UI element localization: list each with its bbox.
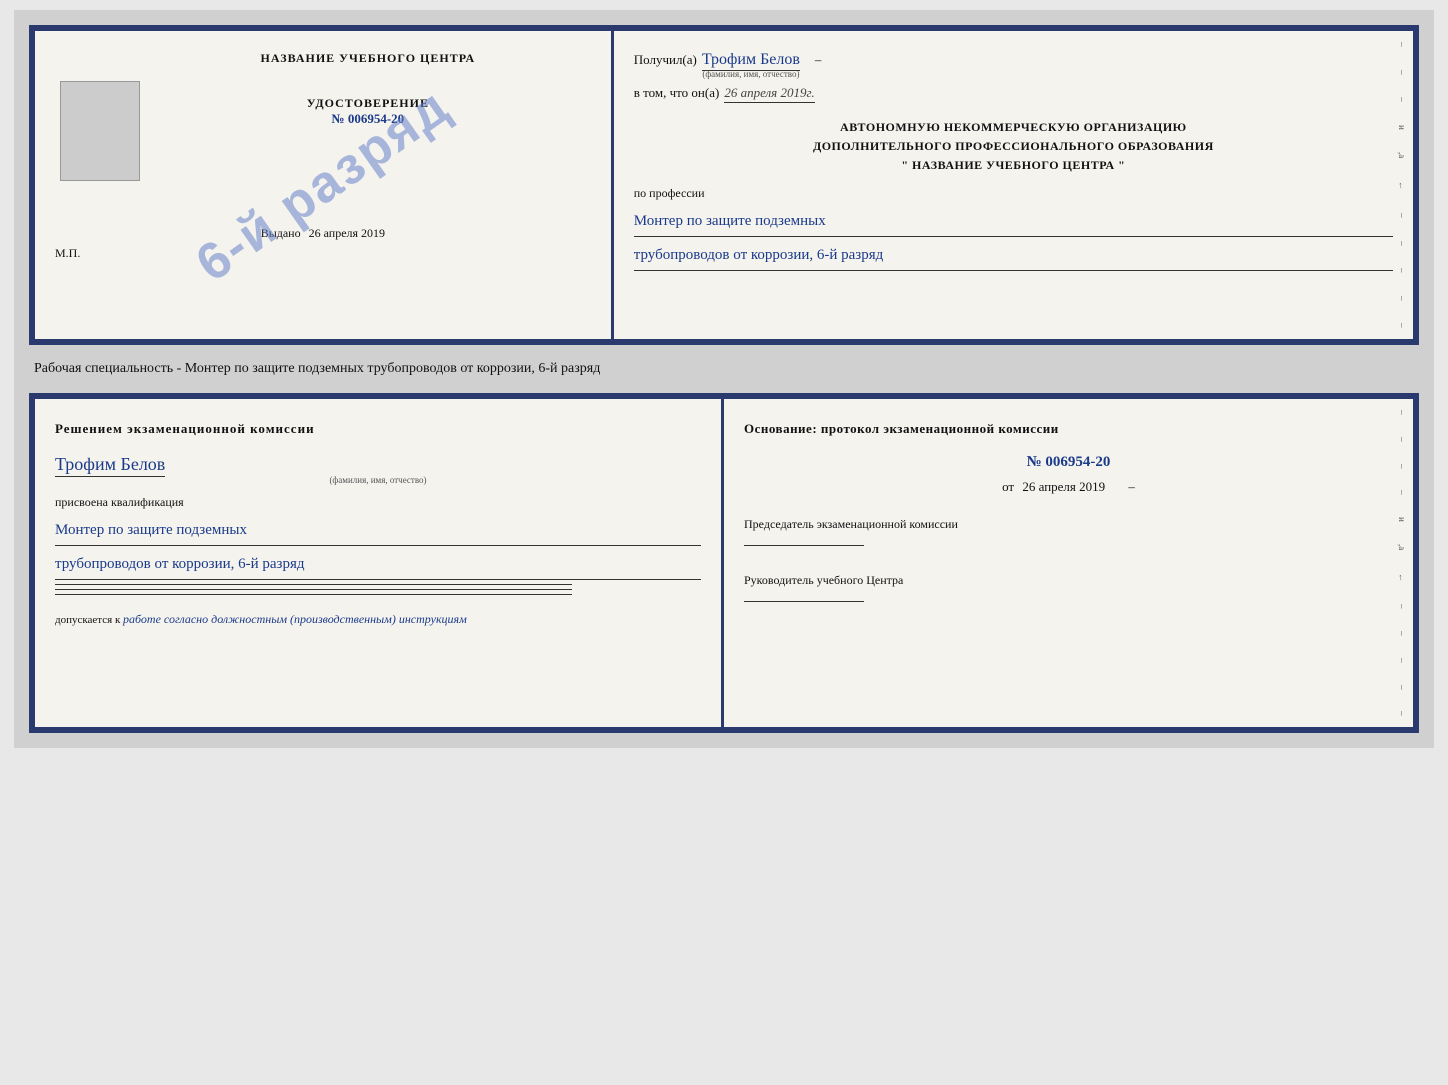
vtom-line: в том, что он(а) 26 апреля 2019г.: [634, 85, 1393, 103]
b-side-char-1: –: [1397, 410, 1407, 415]
ot-date: 26 апреля 2019: [1022, 479, 1105, 494]
b-side-char-7: ←: [1397, 573, 1407, 582]
udost-block: УДОСТОВЕРЕНИЕ № 006954-20: [307, 96, 429, 127]
dopuskaetsya-label: допускается к: [55, 614, 120, 626]
udost-number: № 006954-20: [307, 111, 429, 127]
prisvoyena-label: присвоена квалификация: [55, 495, 701, 510]
cert-bottom-left: Решением экзаменационной комиссии Трофим…: [35, 399, 724, 727]
b-side-char-2: –: [1397, 437, 1407, 442]
side-char-6: ←: [1397, 181, 1407, 190]
side-char-9: –: [1397, 268, 1407, 273]
side-char-1: –: [1397, 42, 1407, 47]
bottom-name-block: Трофим Белов (фамилия, имя, отчество): [55, 454, 701, 485]
cert-bottom-right: Основание: протокол экзаменационной коми…: [724, 399, 1413, 727]
side-char-8: –: [1397, 241, 1407, 246]
dash1: –: [815, 52, 822, 68]
info-column: НАЗВАНИЕ УЧЕБНОГО ЦЕНТРА 6-й разряд УДОС…: [140, 51, 596, 196]
rukovoditel-signature: [744, 601, 864, 602]
org-line2: ДОПОЛНИТЕЛЬНОГО ПРОФЕССИОНАЛЬНОГО ОБРАЗО…: [634, 137, 1393, 156]
resheniye-title: Решением экзаменационной комиссии: [55, 419, 701, 439]
side-lines-right: – – – и ,а ← – – – – –: [1396, 31, 1408, 339]
poluchil-line: Получил(а) Трофим Белов (фамилия, имя, о…: [634, 51, 1393, 79]
poluchil-label: Получил(а): [634, 52, 697, 68]
vydano-date: 26 апреля 2019: [309, 226, 385, 240]
side-char-5: ,а: [1397, 152, 1407, 158]
fio-hint: (фамилия, имя, отчество): [702, 69, 800, 79]
b-side-char-5: и: [1397, 517, 1407, 522]
photo-placeholder: [60, 81, 140, 181]
b-side-char-8: –: [1397, 604, 1407, 609]
udost-title: УДОСТОВЕРЕНИЕ: [307, 96, 429, 111]
predsedatel-block: Председатель экзаменационной комиссии: [744, 515, 1393, 551]
dopuskaetsya-block: допускается к работе согласно должностны…: [55, 610, 701, 629]
side-char-3: –: [1397, 97, 1407, 102]
side-char-2: –: [1397, 70, 1407, 75]
bottom-profession-line1: Монтер по защите подземных: [55, 515, 701, 546]
rukovoditel-block: Руководитель учебного Центра: [744, 571, 1393, 607]
b-side-char-11: –: [1397, 685, 1407, 690]
bottom-side-lines: – – – – и ,а ← – – – – –: [1396, 399, 1408, 727]
vydano-line: Выдано 26 апреля 2019: [261, 226, 385, 241]
ot-label: от: [1002, 479, 1014, 494]
org-line1: АВТОНОМНУЮ НЕКОММЕРЧЕСКУЮ ОРГАНИЗАЦИЮ: [634, 118, 1393, 137]
b-side-char-4: –: [1397, 490, 1407, 495]
po-professii: по профессии: [634, 186, 1393, 201]
cert-top-title: НАЗВАНИЕ УЧЕБНОГО ЦЕНТРА: [261, 51, 476, 66]
predsedatel-signature: [744, 545, 864, 546]
side-char-10: –: [1397, 296, 1407, 301]
vydano-label: Выдано: [261, 226, 301, 240]
side-char-7: –: [1397, 213, 1407, 218]
profession-line1: Монтер по защите подземных: [634, 206, 1393, 237]
org-block: АВТОНОМНУЮ НЕКОММЕРЧЕСКУЮ ОРГАНИЗАЦИЮ ДО…: [634, 118, 1393, 176]
okончил-date: 26 апреля 2019г.: [724, 85, 814, 103]
b-side-char-3: –: [1397, 464, 1407, 469]
b-side-char-12: –: [1397, 711, 1407, 716]
recipient-name: Трофим Белов: [702, 51, 800, 71]
b-side-char-6: ,а: [1397, 544, 1407, 550]
bottom-profession-line2: трубопроводов от коррозии, 6-й разряд: [55, 549, 701, 580]
side-char-4: и: [1397, 125, 1407, 130]
bottom-recipient-name: Трофим Белов: [55, 454, 165, 477]
page-wrapper: НАЗВАНИЕ УЧЕБНОГО ЦЕНТРА 6-й разряд УДОС…: [14, 10, 1434, 748]
osnovaniye-title: Основание: протокол экзаменационной коми…: [744, 419, 1393, 439]
certificate-top: НАЗВАНИЕ УЧЕБНОГО ЦЕНТРА 6-й разряд УДОС…: [29, 25, 1419, 345]
b-side-char-10: –: [1397, 658, 1407, 663]
org-line3: " НАЗВАНИЕ УЧЕБНОГО ЦЕНТРА ": [634, 156, 1393, 175]
side-char-11: –: [1397, 323, 1407, 328]
vtom-label: в том, что он(а): [634, 85, 720, 101]
cert-top-left: НАЗВАНИЕ УЧЕБНОГО ЦЕНТРА 6-й разряд УДОС…: [35, 31, 614, 339]
specialty-text: Рабочая специальность - Монтер по защите…: [29, 353, 1419, 385]
profession-line2: трубопроводов от коррозии, 6-й разряд: [634, 240, 1393, 271]
predsedatel-label: Председатель экзаменационной комиссии: [744, 515, 1393, 533]
photo-column: [50, 51, 140, 196]
cert-top-right: Получил(а) Трофим Белов (фамилия, имя, о…: [614, 31, 1413, 339]
certificate-bottom: Решением экзаменационной комиссии Трофим…: [29, 393, 1419, 733]
dopuskaetsya-text: работе согласно должностным (производств…: [123, 612, 467, 626]
rukovoditel-label: Руководитель учебного Центра: [744, 571, 1393, 589]
ot-dash: –: [1128, 479, 1135, 494]
ot-date-block: от 26 апреля 2019 –: [744, 479, 1393, 495]
b-side-char-9: –: [1397, 631, 1407, 636]
protocol-number: № 006954-20: [744, 454, 1393, 471]
mp-line: М.П.: [55, 246, 80, 261]
